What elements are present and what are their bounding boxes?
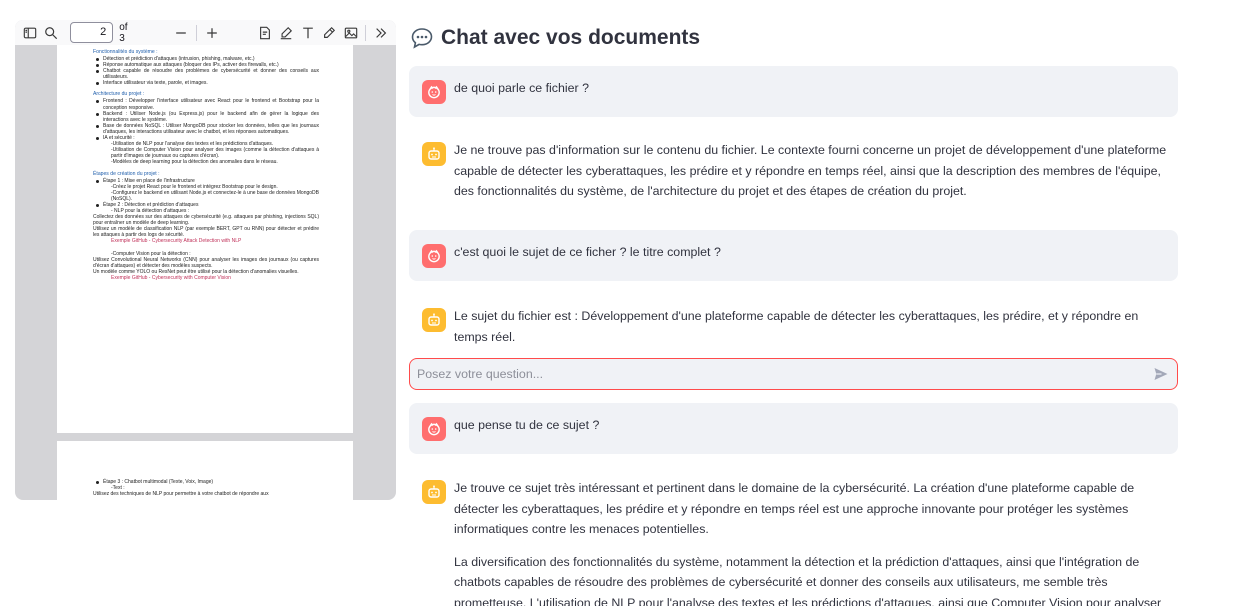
pdf-page-3: Étape 3 : Chatbot multimodal (Texte, Voi… [57, 441, 353, 500]
pdf-text-line: Collectez des données sur des attaques d… [93, 214, 319, 227]
message-text: Le sujet du fichier est : Développement … [454, 306, 1170, 347]
message-paragraph: de quoi parle ce fichier ? [454, 81, 590, 95]
pdf-heading: Architecture du projet : [93, 91, 145, 98]
assistant-message: Je trouve ce sujet très intéressant et p… [409, 460, 1178, 606]
app-root: 2 of 3 Fonctionnalités du système: Déte… [0, 0, 1237, 606]
pdf-page-2: Fonctionnalités du système : Détection et… [57, 45, 353, 433]
pdf-text-line: -Utilisation de Computer Vision pour ana… [111, 147, 319, 160]
bot-avatar-icon [422, 142, 446, 166]
add-text-icon[interactable] [297, 22, 319, 44]
pdf-heading: Étapes de création du projet : [93, 170, 160, 177]
speech-balloon-icon [411, 28, 433, 49]
question-input[interactable] [417, 367, 1145, 381]
page-title-text: Chat avec vos documents [441, 26, 701, 49]
user-message: de quoi parle ce fichier ? [409, 66, 1178, 117]
message-text: que pense tu de ce sujet ? [454, 415, 1170, 436]
pdf-text-line: Étape 2 : Détection et prédiction d'atta… [93, 202, 319, 208]
text-select-icon[interactable] [254, 22, 276, 44]
page-title: Chat avec vos documents [410, 26, 700, 50]
pdf-text-line: Backend : Utiliser Node.js (ou Express.j… [93, 111, 319, 123]
pdf-text-line: Étape 1 : Mise en place de l'infrastruct… [93, 178, 319, 184]
zoom-out-icon[interactable] [171, 22, 193, 44]
page-number-input[interactable]: 2 [70, 22, 114, 43]
message-text: Je trouve ce sujet très intéressant et p… [454, 478, 1170, 606]
pdf-text-line: Étape 3 : Chatbot multimodal (Texte, Voi… [93, 479, 319, 485]
add-image-icon[interactable] [340, 22, 362, 44]
draw-icon[interactable] [318, 22, 340, 44]
user-avatar-icon [422, 80, 446, 104]
pdf-canvas[interactable]: Fonctionnalités du système : Détection et… [15, 45, 396, 500]
bot-avatar-icon [422, 480, 446, 504]
zoom-in-icon[interactable] [201, 22, 223, 44]
pdf-text-line: Frontend : Développer l'interface utilis… [93, 98, 319, 111]
message-paragraph: Le sujet du fichier est : Développement … [454, 309, 1139, 344]
assistant-message: Je ne trouve pas d'information sur le co… [409, 122, 1178, 224]
pdf-text-line: Chatbot capable de résoudre des problème… [93, 68, 319, 80]
pdf-link[interactable]: Exemple GitHub - Cybersecurity with Comp… [93, 275, 319, 281]
page-count-label: of 3 [119, 21, 128, 44]
toolbar-divider [196, 24, 198, 41]
sidebar-toggle-icon[interactable] [19, 22, 41, 44]
user-avatar-icon [422, 244, 446, 268]
message-text: Je ne trouve pas d'information sur le co… [454, 140, 1170, 202]
toolbar-divider [365, 24, 367, 41]
pdf-text-line: Utilisez des techniques de NLP pour perm… [93, 491, 269, 498]
send-icon [1154, 368, 1168, 380]
message-paragraph: La diversification des fonctionnalités d… [454, 554, 1162, 606]
pdf-heading: Fonctionnalités du système : [93, 49, 158, 55]
send-button[interactable] [1145, 359, 1177, 389]
more-tools-icon[interactable] [370, 22, 392, 44]
pdf-text-line: Utilisez Convolutional Neural Networks (… [93, 256, 319, 269]
chat-input[interactable] [409, 358, 1178, 390]
highlight-icon[interactable] [275, 22, 297, 44]
pdf-text-line: -Modèles de deep learning pour la détect… [111, 159, 278, 166]
search-icon[interactable] [41, 22, 63, 44]
user-avatar-icon [422, 417, 446, 441]
message-text: de quoi parle ce fichier ? [454, 78, 1170, 99]
pdf-text-line: Interface utilisateur via texte, parole,… [93, 80, 319, 86]
pdf-text-line: Base de données NoSQL : Utiliser MongoDB… [93, 123, 319, 135]
pdf-text-line: Un modèle comme YOLO ou ResNet peut être… [93, 268, 299, 275]
bot-avatar-icon [422, 308, 446, 332]
message-paragraph: Je trouve ce sujet très intéressant et p… [454, 481, 1135, 536]
pdf-toolbar: 2 of 3 [15, 20, 396, 45]
pdf-text-line: IA et sécurité : [93, 135, 319, 141]
pdf-text-line: Utilisez un modèle de classification NLP… [93, 226, 319, 239]
assistant-message: Le sujet du fichier est : Développement … [409, 288, 1178, 350]
pdf-viewer[interactable]: 2 of 3 Fonctionnalités du système: Déte… [15, 20, 396, 500]
message-paragraph: Je ne trouve pas d'information sur le co… [454, 143, 1167, 198]
message-paragraph: que pense tu de ce sujet ? [454, 418, 600, 432]
user-message: c'est quoi le sujet de ce ficher ? le ti… [409, 230, 1178, 281]
pdf-text-line: -Configurez le backend en utilisant Node… [111, 189, 319, 202]
user-message: que pense tu de ce sujet ? [409, 403, 1178, 454]
message-paragraph: c'est quoi le sujet de ce ficher ? le ti… [454, 245, 721, 259]
message-text: c'est quoi le sujet de ce ficher ? le ti… [454, 242, 1170, 263]
